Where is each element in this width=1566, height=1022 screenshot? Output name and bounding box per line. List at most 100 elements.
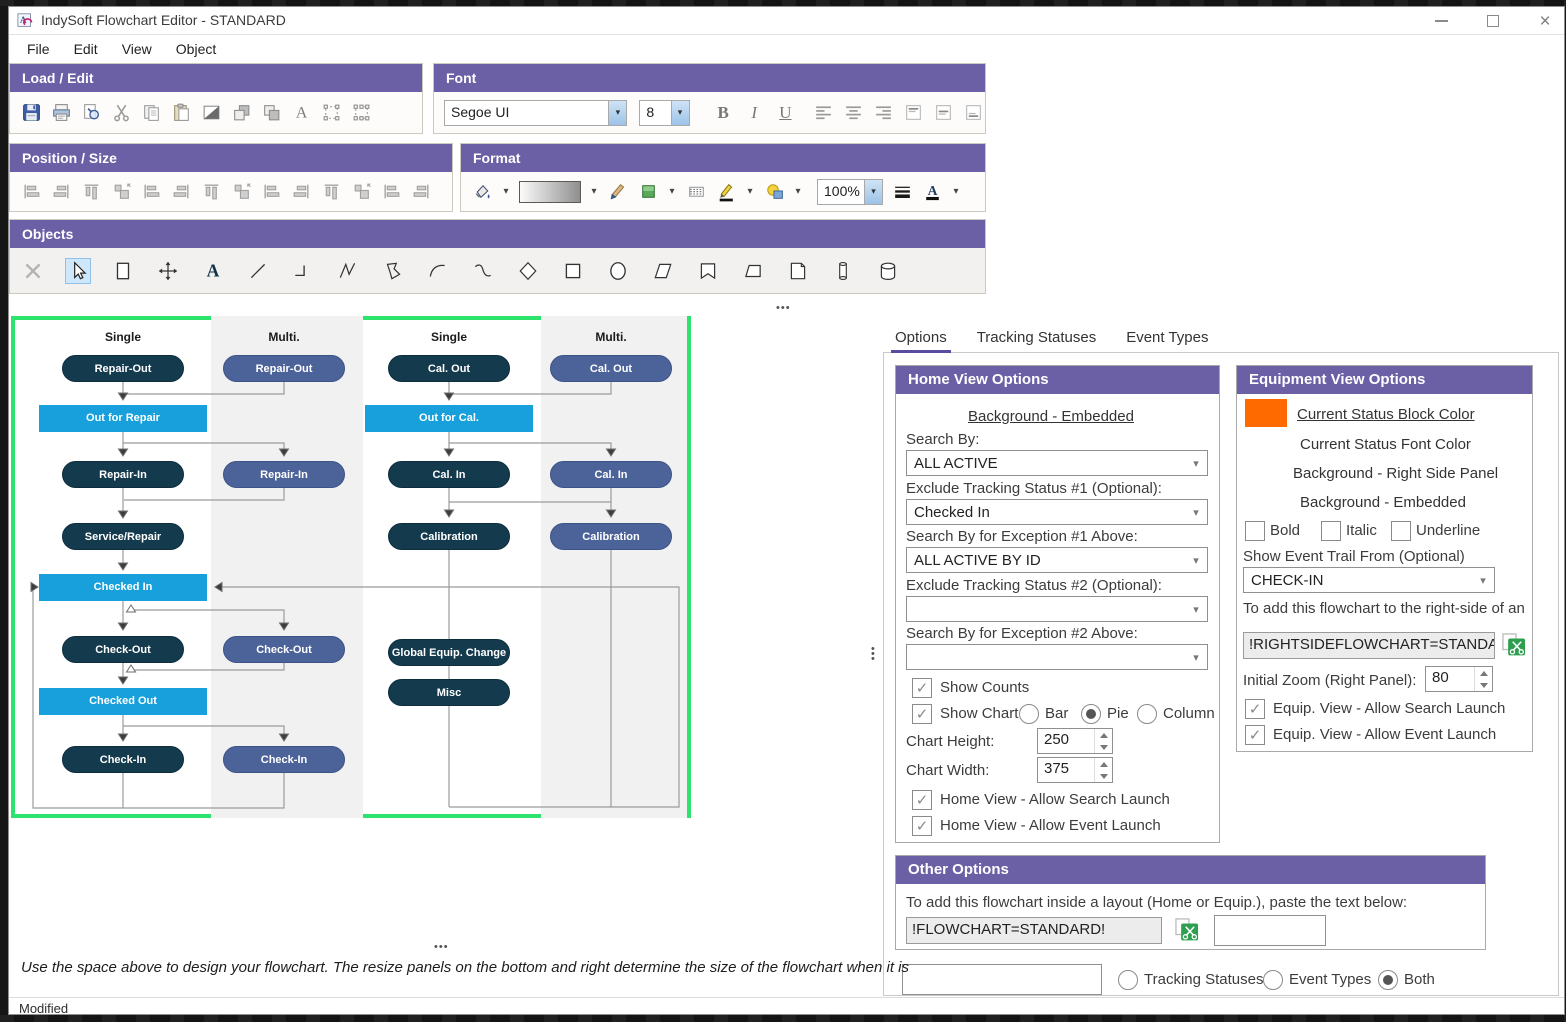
center-vertically-icon[interactable] <box>380 181 402 203</box>
bold-button[interactable]: B <box>712 103 735 123</box>
copy-icon[interactable] <box>140 102 162 124</box>
fill-color-icon[interactable] <box>637 181 659 203</box>
italic-checkbox[interactable] <box>1321 521 1341 541</box>
rectangle-tool-icon[interactable] <box>560 258 586 284</box>
pointer-tool-icon[interactable] <box>65 258 91 284</box>
chart-type-radio-pie[interactable] <box>1081 704 1101 724</box>
flowchart-node-checked-in[interactable]: Checked In <box>39 574 207 601</box>
paste-icon[interactable] <box>170 102 192 124</box>
underline-checkbox[interactable] <box>1391 521 1411 541</box>
close-icon[interactable]: × <box>1534 10 1556 32</box>
space-down-icon[interactable] <box>320 181 342 203</box>
align-rights-icon[interactable] <box>50 181 72 203</box>
flowchart-node-cal-out[interactable]: Cal. Out <box>550 355 672 382</box>
current-status-block-color-link[interactable]: Current Status Block Color <box>1297 406 1475 423</box>
vertical-splitter-handle[interactable]: ••• <box>871 647 877 662</box>
chevron-down-icon[interactable]: ▾ <box>1185 651 1207 664</box>
chevron-down-icon[interactable]: ▾ <box>793 186 803 197</box>
curve-tool-icon[interactable] <box>470 258 496 284</box>
chevron-down-icon[interactable]: ▾ <box>1185 603 1207 616</box>
show-counts-checkbox[interactable] <box>912 678 932 698</box>
spin-down-icon[interactable] <box>1100 745 1108 750</box>
zoom-combobox[interactable]: 100%▾ <box>817 179 883 205</box>
align-tops-icon[interactable] <box>110 181 132 203</box>
spin-down-icon[interactable] <box>1480 683 1488 688</box>
spin-up-icon[interactable] <box>1100 733 1108 738</box>
horizontal-splitter-handle[interactable]: ••• <box>776 305 791 311</box>
valign-top-icon[interactable] <box>903 102 925 124</box>
background-embedded-link[interactable]: Background - Embedded <box>1300 494 1466 511</box>
cylinder-small-tool-icon[interactable] <box>830 258 856 284</box>
same-width-icon[interactable] <box>200 181 222 203</box>
bold-checkbox[interactable] <box>1245 521 1265 541</box>
polygon-tool-icon[interactable] <box>380 258 406 284</box>
chart-type-radio-column[interactable] <box>1137 704 1157 724</box>
menu-item-file[interactable]: File <box>17 38 60 60</box>
show-chart-checkbox[interactable] <box>912 704 932 724</box>
chart-type-radio-bar[interactable] <box>1019 704 1039 724</box>
align-left-icon[interactable] <box>813 102 835 124</box>
select-handles-icon[interactable] <box>350 102 372 124</box>
flowchart-node-misc[interactable]: Misc <box>388 679 510 706</box>
home-allow-event-checkbox[interactable] <box>912 816 932 836</box>
flowchart-node-check-in[interactable]: Check-In <box>223 746 345 773</box>
flowchart-scope-radio-tracking-statuses[interactable] <box>1118 970 1138 990</box>
initial-zoom-spinner[interactable]: 80 <box>1425 666 1493 692</box>
gradient-fill-swatch[interactable] <box>519 181 581 203</box>
exception-1-combobox[interactable]: ALL ACTIVE BY ID▾ <box>906 547 1208 573</box>
exception-2-combobox[interactable]: ▾ <box>906 644 1208 670</box>
flowchart-node-repair-in[interactable]: Repair-In <box>223 461 345 488</box>
format-painter-icon[interactable] <box>607 181 629 203</box>
flowchart-node-check-out[interactable]: Check-Out <box>62 636 184 663</box>
space-across-icon[interactable] <box>290 181 312 203</box>
chevron-down-icon[interactable]: ▾ <box>864 180 882 204</box>
chevron-down-icon[interactable]: ▾ <box>1185 457 1207 470</box>
align-centers-icon[interactable] <box>80 181 102 203</box>
menu-item-edit[interactable]: Edit <box>64 38 108 60</box>
image-icon[interactable] <box>200 102 222 124</box>
snap-size-icon[interactable] <box>410 181 432 203</box>
chevron-down-icon[interactable]: ▾ <box>671 101 689 125</box>
equip-allow-search-checkbox[interactable] <box>1245 699 1265 719</box>
spin-up-icon[interactable] <box>1480 671 1488 676</box>
diamond-tool-icon[interactable] <box>515 258 541 284</box>
home-allow-search-checkbox[interactable] <box>912 790 932 810</box>
flowchart-node-repair-in[interactable]: Repair-In <box>62 461 184 488</box>
bring-to-front-icon[interactable] <box>230 102 252 124</box>
align-bottoms-icon[interactable] <box>140 181 162 203</box>
text-style-icon[interactable]: A <box>290 102 312 124</box>
trapezoid-tool-icon[interactable] <box>740 258 766 284</box>
print-preview-icon[interactable] <box>80 102 102 124</box>
flowchart-node-out-for-cal-[interactable]: Out for Cal. <box>365 405 533 432</box>
flowchart-scope-radio-event-types[interactable] <box>1263 970 1283 990</box>
menu-item-view[interactable]: View <box>112 38 162 60</box>
font-size-combobox[interactable]: 8 ▾ <box>639 100 689 126</box>
print-icon[interactable] <box>50 102 72 124</box>
flowchart-node-checked-out[interactable]: Checked Out <box>39 688 207 715</box>
elbow-line-tool-icon[interactable] <box>290 258 316 284</box>
text-tool-icon[interactable]: A <box>200 258 226 284</box>
chevron-down-icon[interactable]: ▾ <box>951 186 961 197</box>
chevron-down-icon[interactable]: ▾ <box>1472 574 1494 587</box>
exclude-status-1-combobox[interactable]: Checked In▾ <box>906 499 1208 525</box>
equip-allow-event-checkbox[interactable] <box>1245 725 1265 745</box>
exclude-status-2-combobox[interactable]: ▾ <box>906 596 1208 622</box>
current-status-block-color-swatch[interactable] <box>1245 399 1287 427</box>
shape-color-icon[interactable] <box>763 181 785 203</box>
rectangle-frame-tool-icon[interactable] <box>110 258 136 284</box>
line-color-icon[interactable] <box>715 181 737 203</box>
spin-up-icon[interactable] <box>1100 762 1108 767</box>
font-name-combobox[interactable]: Segoe UI ▾ <box>444 100 627 126</box>
move-tool-icon[interactable] <box>155 258 181 284</box>
save-icon[interactable] <box>20 102 42 124</box>
italic-button[interactable]: I <box>743 103 766 123</box>
font-color-icon[interactable]: A <box>921 181 943 203</box>
arc-tool-icon[interactable] <box>425 258 451 284</box>
banner-tool-icon[interactable] <box>695 258 721 284</box>
layout-extra-input[interactable] <box>1214 915 1326 946</box>
copy-snippet-icon[interactable] <box>1501 632 1528 658</box>
flowchart-node-repair-out[interactable]: Repair-Out <box>62 355 184 382</box>
tab-tracking-statuses[interactable]: Tracking Statuses <box>973 327 1101 353</box>
chart-width-spinner[interactable]: 375 <box>1037 757 1113 783</box>
copy-snippet-icon[interactable] <box>1174 917 1201 943</box>
